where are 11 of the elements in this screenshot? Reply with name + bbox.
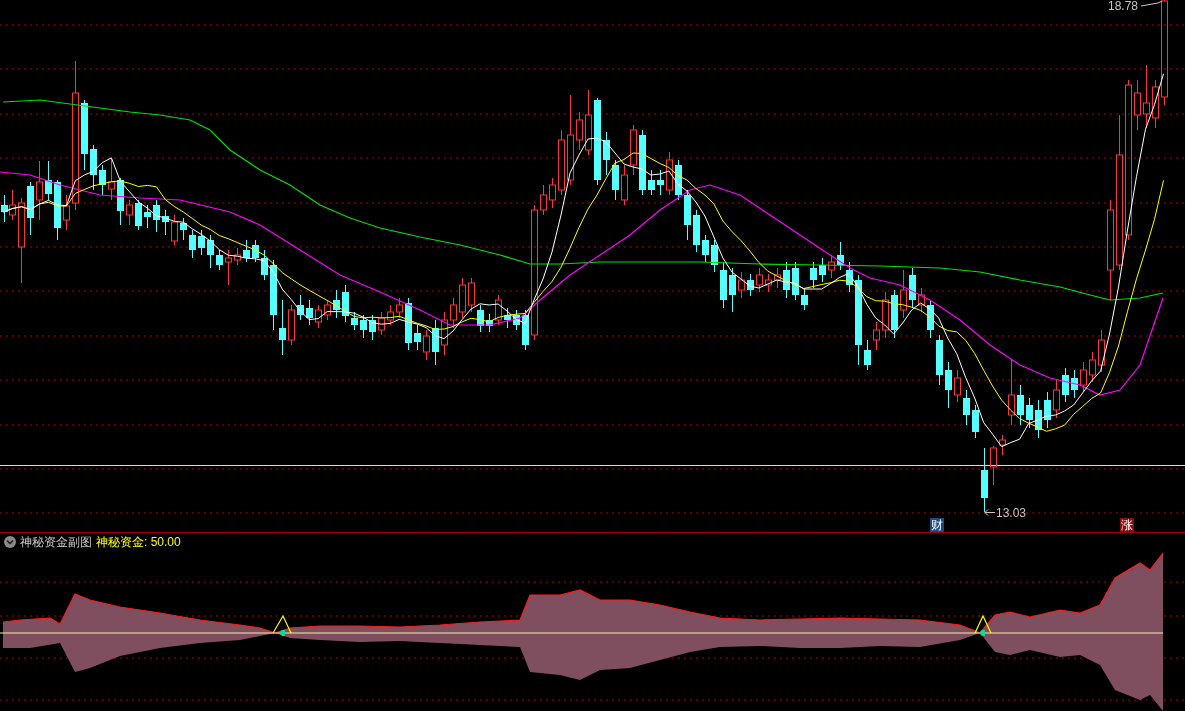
chevron-circle-icon[interactable] — [4, 536, 16, 548]
high-price-label: 18.78 — [1108, 0, 1139, 13]
high-leader-line — [1140, 0, 1163, 7]
signal-marker-icon — [979, 630, 985, 636]
low-price-label: 13.03 — [996, 506, 1027, 520]
low-leader-arrow — [984, 509, 996, 516]
indicator-reading: 神秘资金: 50.00 — [96, 534, 181, 551]
event-marker[interactable]: 涨 — [1120, 518, 1134, 532]
event-marker[interactable]: 财 — [930, 518, 944, 532]
indicator-title: 神秘资金副图 — [20, 534, 92, 551]
signal-marker-icon — [279, 630, 285, 636]
